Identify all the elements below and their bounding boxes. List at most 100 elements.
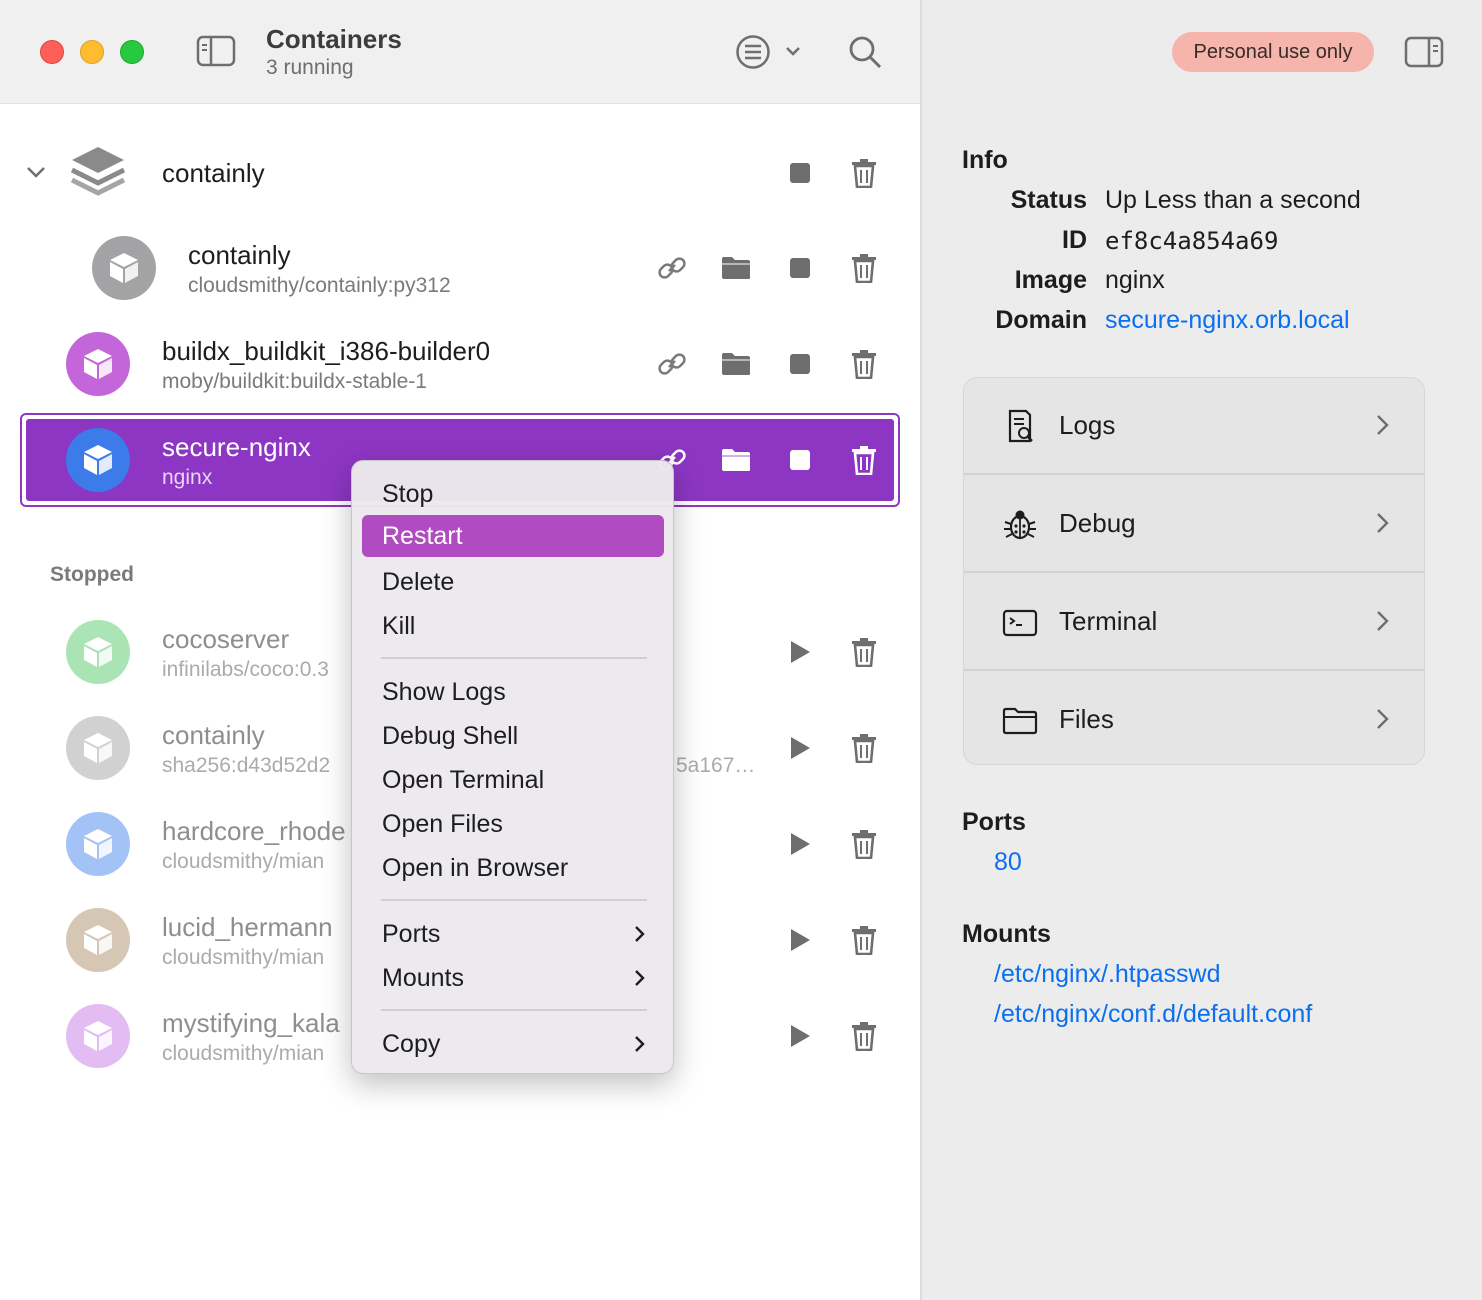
menu-item-delete[interactable]: Delete	[362, 561, 664, 603]
toolbar: Containers 3 running	[0, 0, 920, 104]
menu-item-kill[interactable]: Kill	[362, 605, 664, 647]
menu-item-ports[interactable]: Ports	[362, 913, 664, 955]
open-link-button[interactable]	[654, 346, 690, 382]
container-row[interactable]: containly cloudsmithy/containly:py312	[0, 220, 920, 316]
actions-card: Logs Debug Terminal Files	[963, 377, 1425, 765]
info-heading: Info	[962, 146, 1008, 174]
mount-link[interactable]: /etc/nginx/conf.d/default.conf	[994, 1000, 1312, 1029]
stop-button[interactable]	[782, 250, 818, 286]
box-icon	[110, 253, 138, 283]
close-window-button[interactable]	[40, 40, 64, 64]
start-button[interactable]	[782, 826, 818, 862]
container-image: cloudsmithy/mian	[162, 1042, 325, 1065]
logs-row[interactable]: Logs	[964, 378, 1424, 475]
start-button[interactable]	[782, 922, 818, 958]
container-image-tail: 5a167…	[676, 754, 756, 777]
license-badge[interactable]: Personal use only	[1172, 32, 1374, 72]
container-name: containly	[188, 240, 291, 270]
folder-icon[interactable]	[718, 442, 754, 478]
chevron-right-icon	[1376, 708, 1390, 735]
delete-button[interactable]	[846, 442, 882, 478]
delete-button[interactable]	[846, 922, 882, 958]
start-button[interactable]	[782, 634, 818, 670]
terminal-label: Terminal	[1059, 606, 1158, 636]
container-row[interactable]: buildx_buildkit_i386-builder0 moby/build…	[0, 316, 920, 412]
start-button[interactable]	[782, 730, 818, 766]
group-row-containly[interactable]: containly	[0, 125, 920, 221]
container-image: cloudsmithy/mian	[162, 850, 325, 873]
menu-item-show-logs[interactable]: Show Logs	[362, 671, 664, 713]
container-image: moby/buildkit:buildx-stable-1	[162, 370, 427, 393]
menu-item-stop[interactable]: Stop	[362, 473, 664, 515]
port-link[interactable]: 80	[994, 848, 1022, 877]
container-avatar	[66, 428, 130, 492]
container-avatar	[66, 620, 130, 684]
terminal-icon	[1002, 604, 1038, 640]
box-icon	[84, 925, 112, 955]
delete-button[interactable]	[846, 346, 882, 382]
domain-link[interactable]: secure-nginx.orb.local	[1105, 306, 1350, 335]
delete-button[interactable]	[846, 1018, 882, 1054]
window-subtitle: 3 running	[266, 56, 354, 79]
container-name: mystifying_kala	[162, 1008, 340, 1038]
menu-item-mounts[interactable]: Mounts	[362, 957, 664, 999]
menu-item-open-terminal[interactable]: Open Terminal	[362, 759, 664, 801]
files-row[interactable]: Files	[964, 672, 1424, 769]
ports-heading: Ports	[962, 808, 1026, 836]
container-name: buildx_buildkit_i386-builder0	[162, 336, 491, 366]
filter-menu-icon[interactable]	[735, 34, 807, 75]
files-label: Files	[1059, 704, 1114, 734]
search-icon[interactable]	[847, 34, 883, 75]
delete-group-button[interactable]	[846, 155, 882, 191]
delete-button[interactable]	[846, 730, 882, 766]
stopped-section-label: Stopped	[50, 563, 134, 586]
container-image: infinilabs/coco:0.3	[162, 658, 329, 681]
start-button[interactable]	[782, 1018, 818, 1054]
minimize-window-button[interactable]	[80, 40, 104, 64]
terminal-row[interactable]: Terminal	[964, 574, 1424, 671]
folder-icon[interactable]	[718, 346, 754, 382]
sidebar-toggle-icon[interactable]	[196, 35, 236, 72]
mounts-heading: Mounts	[962, 920, 1051, 948]
id-value: ef8c4a854a69	[1105, 227, 1279, 255]
id-label: ID	[1062, 226, 1087, 254]
container-avatar	[66, 812, 130, 876]
chevron-down-icon[interactable]	[26, 165, 46, 184]
divider	[964, 571, 1424, 573]
menu-separator	[381, 1009, 647, 1011]
container-avatar	[66, 332, 130, 396]
container-image: cloudsmithy/containly:py312	[188, 274, 451, 297]
menu-item-restart[interactable]: Restart	[362, 515, 664, 557]
container-image: sha256:d43d52d2	[162, 754, 331, 777]
divider	[964, 669, 1424, 671]
container-name: lucid_hermann	[162, 912, 333, 942]
chevron-right-icon	[634, 1023, 646, 1078]
logs-label: Logs	[1059, 410, 1116, 440]
menu-item-open-files[interactable]: Open Files	[362, 803, 664, 845]
delete-button[interactable]	[846, 250, 882, 286]
container-image: nginx	[162, 466, 213, 489]
folder-icon[interactable]	[718, 250, 754, 286]
stop-group-button[interactable]	[782, 155, 818, 191]
delete-button[interactable]	[846, 826, 882, 862]
menu-item-label: Copy	[382, 1030, 441, 1058]
inspector-toggle-icon[interactable]	[1404, 36, 1444, 73]
domain-label: Domain	[995, 306, 1087, 334]
open-link-button[interactable]	[654, 250, 690, 286]
stop-button[interactable]	[782, 346, 818, 382]
image-value: nginx	[1105, 266, 1165, 294]
menu-item-debug-shell[interactable]: Debug Shell	[362, 715, 664, 757]
container-avatar	[66, 1004, 130, 1068]
mount-link[interactable]: /etc/nginx/.htpasswd	[994, 960, 1221, 989]
zoom-window-button[interactable]	[120, 40, 144, 64]
stop-button[interactable]	[782, 442, 818, 478]
menu-item-open-in-browser[interactable]: Open in Browser	[362, 847, 664, 889]
container-name: secure-nginx	[162, 432, 311, 462]
menu-item-copy[interactable]: Copy	[362, 1023, 664, 1065]
delete-button[interactable]	[846, 634, 882, 670]
chevron-right-icon	[1376, 512, 1390, 539]
image-label: Image	[1014, 266, 1087, 294]
chevron-right-icon	[634, 957, 646, 1012]
debug-row[interactable]: Debug	[964, 476, 1424, 573]
stack-icon	[68, 145, 128, 210]
